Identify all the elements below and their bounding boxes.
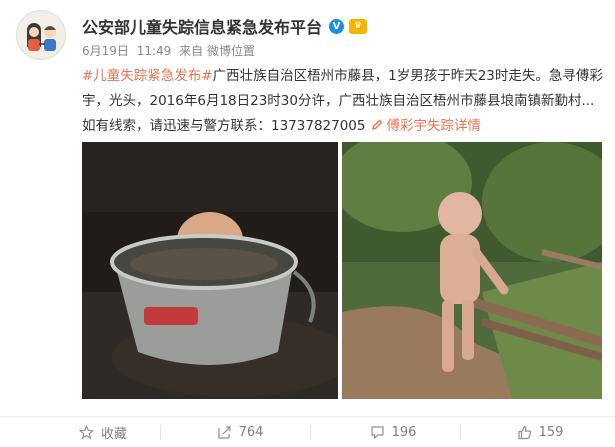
- action-bar: 收藏 764 196 159: [0, 416, 615, 447]
- missing-details-link[interactable]: 傅彩宇失踪详情: [365, 118, 481, 134]
- repost-button[interactable]: 764: [165, 417, 315, 447]
- like-count: 159: [538, 425, 564, 440]
- post-meta: 6月19日 11:49 来自 微博位置: [82, 42, 259, 59]
- photo-child-in-bucket[interactable]: [82, 142, 338, 399]
- favorite-button[interactable]: 收藏: [28, 417, 178, 447]
- photo-child-standing[interactable]: [342, 142, 602, 399]
- post-source: 来自 微博位置: [179, 44, 255, 58]
- divider: [460, 425, 461, 440]
- missing-details-link-label: 傅彩宇失踪详情: [386, 118, 481, 134]
- post-time[interactable]: 11:49: [137, 44, 172, 58]
- favorite-label: 收藏: [100, 427, 127, 442]
- account-avatar[interactable]: [16, 10, 66, 60]
- divider: [160, 425, 161, 440]
- verified-v-icon: V: [329, 18, 345, 34]
- pencil-link-icon: [372, 119, 383, 130]
- comment-button[interactable]: 196: [318, 417, 468, 447]
- thumbs-up-icon: [517, 425, 531, 440]
- topic-hashtag[interactable]: #儿童失踪紧急发布#: [82, 68, 213, 84]
- divider: [310, 425, 311, 440]
- vip-crown-icon[interactable]: ♛: [349, 18, 368, 34]
- repost-icon: [217, 426, 231, 439]
- comment-count: 196: [391, 425, 417, 440]
- comment-icon: [370, 426, 384, 440]
- post-date[interactable]: 6月19日: [82, 44, 129, 58]
- star-icon: [78, 425, 94, 440]
- account-name[interactable]: 公安部儿童失踪信息紧急发布平台: [82, 14, 322, 38]
- account-header: 公安部儿童失踪信息紧急发布平台 V ♛: [82, 14, 368, 38]
- post-text: #儿童失踪紧急发布#广西壮族自治区梧州市藤县，1岁男孩于昨天23时走失。急寻傅彩…: [82, 64, 606, 139]
- photo-icon: [82, 142, 338, 399]
- like-button[interactable]: 159: [465, 417, 615, 447]
- repost-count: 764: [238, 425, 264, 440]
- photo-icon: [342, 142, 602, 399]
